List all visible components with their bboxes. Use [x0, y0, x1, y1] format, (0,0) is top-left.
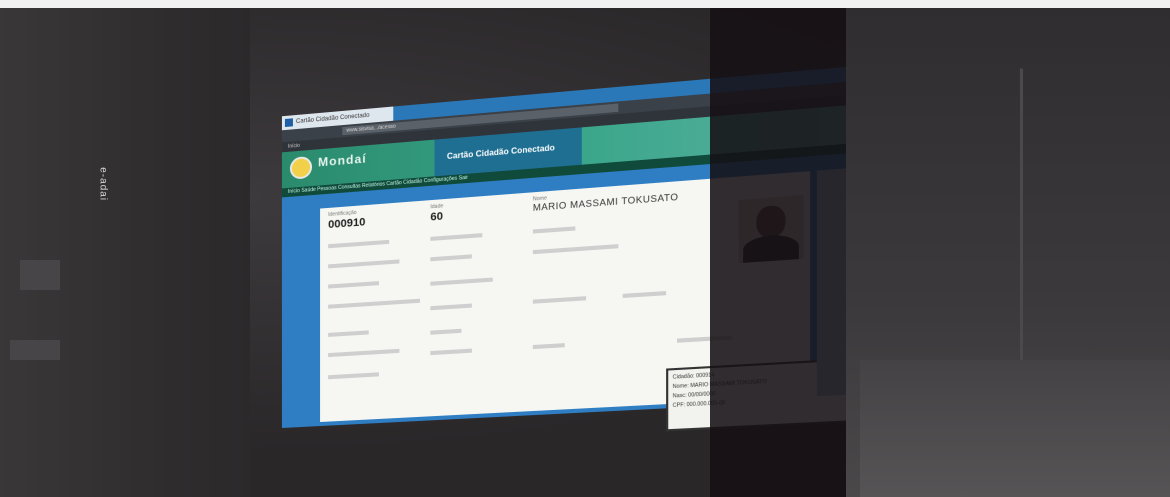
tab-favicon-icon: [284, 118, 293, 128]
field-line: [328, 330, 369, 337]
field-line: [430, 277, 493, 286]
field-line: [622, 291, 667, 298]
floor: [860, 360, 1170, 497]
field-line: [328, 348, 400, 358]
field-line: [328, 372, 379, 380]
field-line: [430, 328, 462, 335]
photo-top-border: [0, 0, 1170, 8]
field-line: [532, 244, 619, 255]
citizen-code: 000910: [328, 216, 366, 232]
side-label: ᴉɐpɐ‑ǝ: [98, 166, 109, 200]
wall-stain: [10, 340, 60, 360]
citizen-name: MARIO MASSAMI TOKUSATO: [532, 191, 679, 213]
field-line: [328, 239, 390, 249]
dark-overlay-band: [710, 8, 846, 497]
field-line: [532, 296, 587, 304]
left-wall: [0, 8, 250, 497]
field-line: [430, 303, 472, 311]
field-line: [532, 343, 565, 350]
field-line: [328, 281, 379, 289]
city-logo-icon: [289, 155, 313, 180]
field-line: [430, 233, 483, 241]
age-label: Idade: [430, 203, 444, 211]
field-line: [430, 348, 472, 356]
field-line: [328, 298, 421, 309]
field-line: [532, 226, 576, 234]
city-name: Mondaí: [318, 151, 367, 170]
wall-stain: [20, 260, 60, 290]
field-line: [430, 254, 472, 262]
field-line: [328, 259, 400, 269]
photo-scene: ᴉɐpɐ‑ǝ Cartão Cidadão Conectado www.sisv…: [0, 0, 1170, 497]
citizen-age: 60: [430, 210, 444, 224]
